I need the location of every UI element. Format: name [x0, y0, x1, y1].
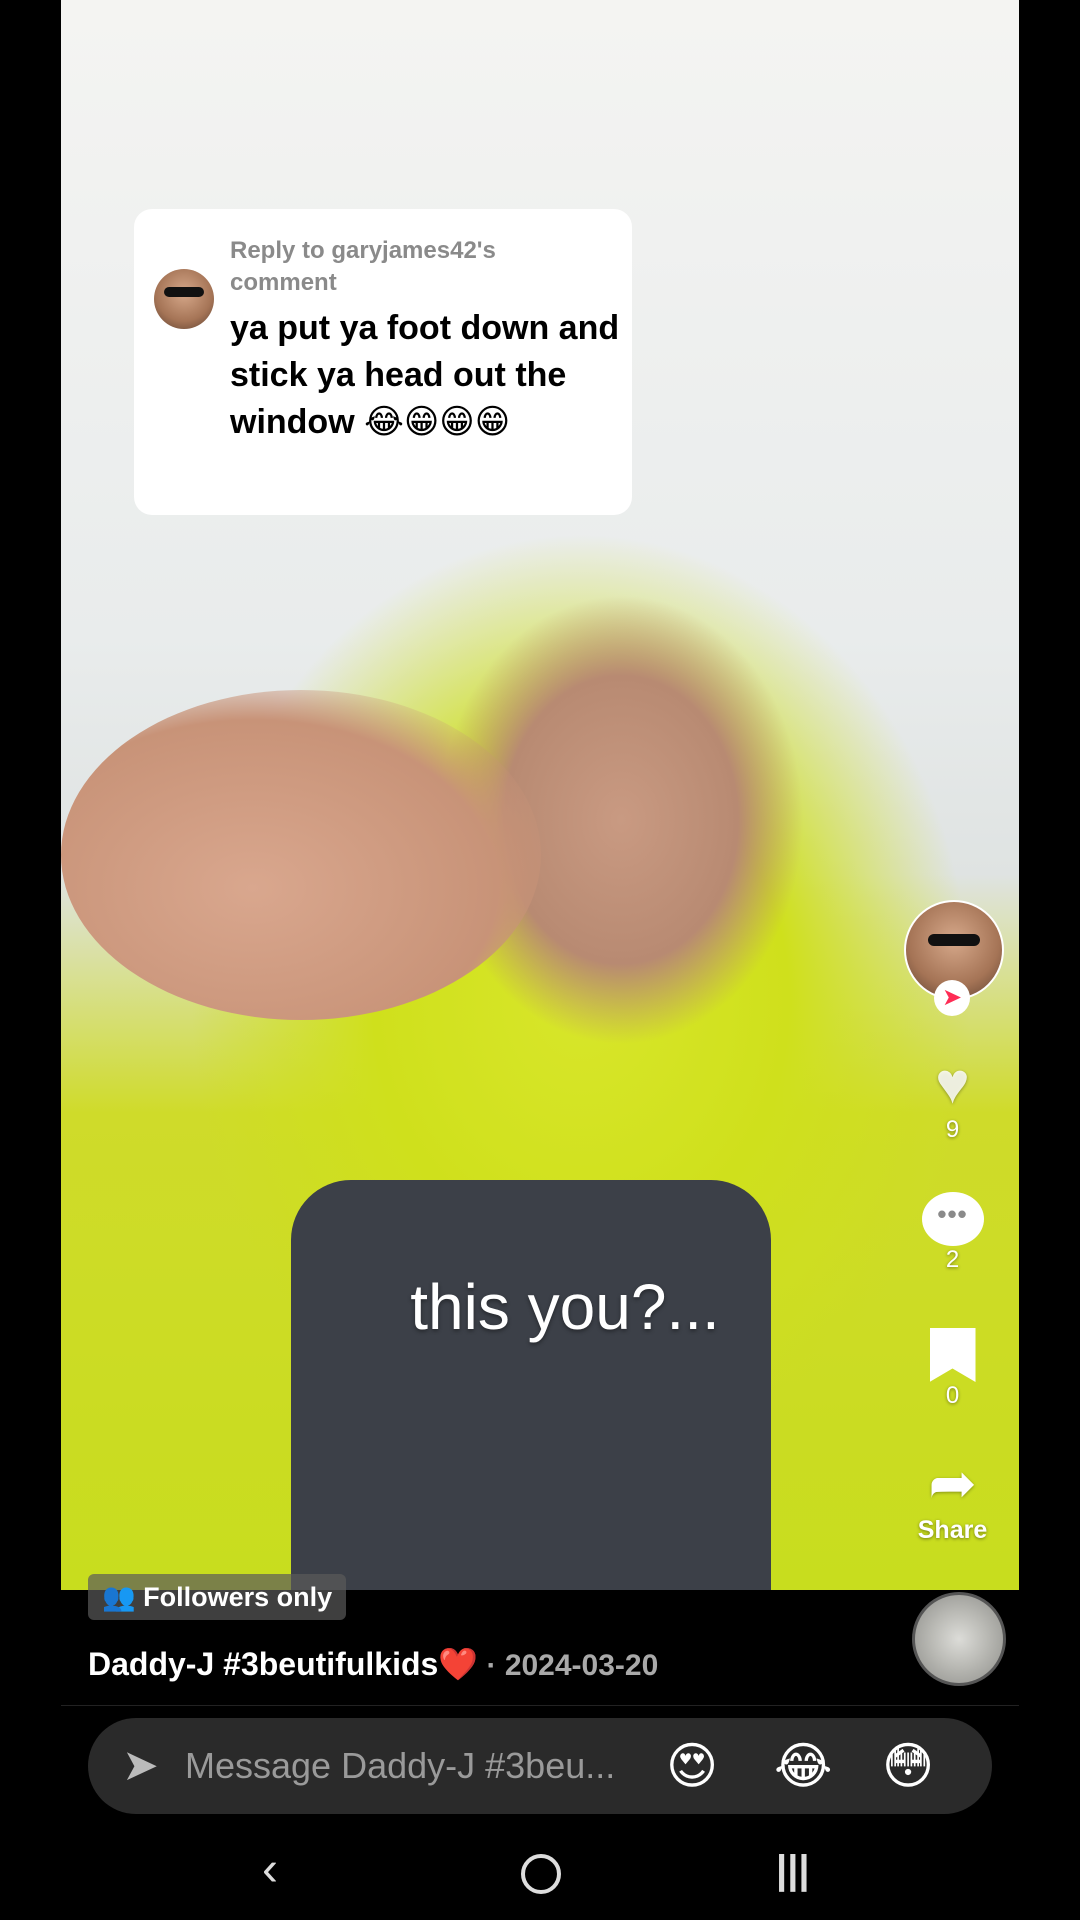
people-icon: 👥	[102, 1582, 136, 1612]
send-icon: ➤	[122, 1741, 159, 1790]
date-separator: ·	[478, 1649, 505, 1682]
comment-icon: •••	[921, 1192, 984, 1246]
recent-apps-icon[interactable]: |||	[776, 1840, 810, 1900]
bookmark-icon	[929, 1328, 976, 1382]
share-button[interactable]: ➦ Share	[890, 1451, 1015, 1545]
emoji-laughing-button[interactable]: 😂	[774, 1736, 832, 1796]
like-count: 9	[945, 1116, 960, 1143]
bookmark-button[interactable]: 0	[890, 1322, 1015, 1410]
followers-only-badge: 👥 Followers only	[88, 1574, 347, 1620]
share-icon: ➦	[928, 1451, 977, 1516]
heart-icon: ♥	[935, 1051, 970, 1116]
message-bar[interactable]: ➤ Message Daddy-J #3beu... 😍 😂 😳	[88, 1718, 992, 1814]
message-input[interactable]: Message Daddy-J #3beu...	[185, 1744, 615, 1788]
divider	[61, 1705, 1019, 1706]
bookmark-count: 0	[945, 1382, 960, 1409]
system-navbar: ‹ |||	[0, 1820, 1080, 1920]
back-icon[interactable]: ‹	[262, 1840, 278, 1900]
share-label: Share	[917, 1516, 988, 1544]
comment-button[interactable]: ••• 2	[890, 1186, 1015, 1274]
emoji-heart-eyes-button[interactable]: 😍	[666, 1736, 718, 1796]
like-button[interactable]: ♥ 9	[890, 1052, 1015, 1144]
follow-icon[interactable]: ➤	[934, 980, 970, 1016]
visibility-label: Followers only	[143, 1582, 333, 1612]
emoji-flushed-button[interactable]: 😳	[882, 1736, 934, 1796]
author-name[interactable]: Daddy-J #3beutifulkids❤️	[88, 1646, 478, 1682]
video-hand	[61, 690, 541, 1020]
reply-comment-card[interactable]: Reply to garyjames42's comment ya put ya…	[134, 209, 632, 515]
music-disc-icon[interactable]	[912, 1592, 1006, 1686]
reply-label: Reply to garyjames42's comment	[230, 237, 496, 296]
post-date: 2024-03-20	[504, 1649, 659, 1682]
reply-text: ya put ya foot down and stick ya head ou…	[230, 309, 620, 441]
comment-author-avatar	[154, 269, 214, 329]
video-shirt	[291, 1180, 771, 1590]
comment-count: 2	[945, 1246, 960, 1273]
home-icon[interactable]	[521, 1854, 561, 1894]
post-info: Daddy-J #3beutifulkids❤️ · 2024-03-20	[88, 1640, 658, 1690]
